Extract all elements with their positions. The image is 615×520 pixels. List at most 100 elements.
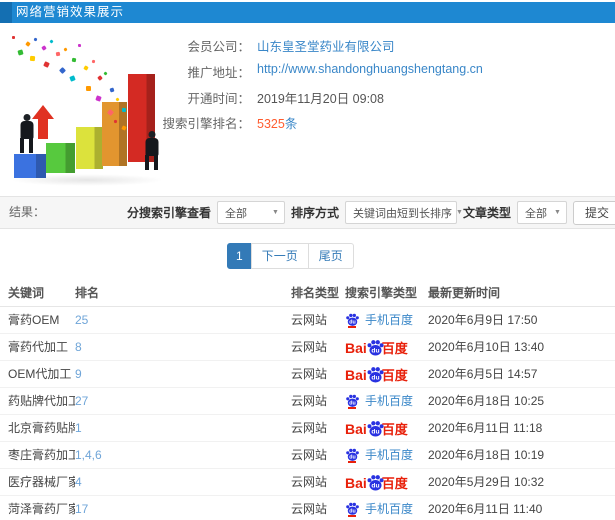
filter-bar: 结果： 分搜索引擎查看 全部 ▼ 排序方式 关键词由短到长排序 ▼ 文章类型 全… xyxy=(0,196,615,229)
mobile-baidu-logo: du 手机百度 xyxy=(345,500,428,517)
rank-type-text: 云网站 xyxy=(291,394,328,408)
updated-time-text: 2020年6月9日 17:50 xyxy=(428,313,538,327)
keyword-text: 菏泽膏药厂家 xyxy=(8,502,75,516)
updated-time-text: 2020年6月10日 13:40 xyxy=(428,340,545,354)
table-header-row: 关键词 排名 排名类型 搜索引擎类型 最新更新时间 xyxy=(0,280,615,307)
confetti-dot xyxy=(29,55,36,62)
article-type-label: 文章类型 xyxy=(462,206,511,220)
baidu-paw-icon: du xyxy=(346,448,359,461)
company-label: 会员公司： xyxy=(187,40,250,54)
col-rank: 排名 xyxy=(75,280,291,307)
svg-text:du: du xyxy=(349,401,355,407)
svg-text:du: du xyxy=(371,428,379,435)
marketing-effect-page: 网络营销效果展示 会员公司： 山东皇圣堂药业有限公司 推广地址： http://… xyxy=(0,0,615,520)
last-page-button[interactable]: 尾页 xyxy=(307,243,354,269)
keyword-text: 膏药OEM xyxy=(8,313,60,327)
submit-button[interactable]: 提交 xyxy=(572,200,615,225)
page-title: 网络营销效果展示 xyxy=(16,5,125,19)
confetti-dot xyxy=(121,107,127,113)
rank-value-link[interactable]: 8 xyxy=(75,340,82,354)
filter-controls: 分搜索引擎查看 全部 ▼ 排序方式 关键词由短到长排序 ▼ 文章类型 全部 ▼ … xyxy=(127,197,615,228)
svg-text:du: du xyxy=(349,455,355,461)
company-link[interactable]: 山东皇圣堂药业有限公司 xyxy=(257,40,395,54)
chevron-down-icon: ▼ xyxy=(272,209,279,216)
table-row: 药贴牌代加工 27 云网站 du 手机百度 2020年6月18日 10:25 xyxy=(0,387,615,415)
article-type-select[interactable]: 全部 ▼ xyxy=(516,201,567,224)
keyword-text: 北京膏药贴牌 xyxy=(8,421,75,435)
illustration-bar-1 xyxy=(14,154,46,178)
keyword-text: OEM代加工 xyxy=(8,367,72,381)
rank-value-link[interactable]: 27 xyxy=(75,394,88,408)
svg-text:du: du xyxy=(371,482,379,489)
engine-rank-label: 搜索引擎排名： xyxy=(162,117,250,131)
keyword-text: 膏药代加工 xyxy=(8,340,69,354)
rank-type-text: 云网站 xyxy=(291,340,328,354)
rank-type-text: 云网站 xyxy=(291,448,328,462)
keyword-text: 药贴牌代加工 xyxy=(8,394,75,408)
updated-time-text: 2020年6月5日 14:57 xyxy=(428,367,538,381)
table-row: 枣庄膏药加工 1,4,6 云网站 du 手机百度 2020年6月18日 10:19 xyxy=(0,441,615,469)
sort-label: 排序方式 xyxy=(290,206,339,220)
svg-text:du: du xyxy=(349,320,355,326)
open-time-label: 开通时间： xyxy=(187,92,250,106)
baidu-paw-icon: du xyxy=(346,394,359,407)
mobile-baidu-logo: du 手机百度 xyxy=(345,446,428,463)
baidu-logo: Bai du 百度 xyxy=(345,474,408,491)
table-row: 菏泽膏药厂家 17 云网站 du 手机百度 2020年6月11日 11:40 xyxy=(0,495,615,520)
engine-filter-value: 全部 xyxy=(224,207,247,220)
updated-time-text: 2020年5月29日 10:32 xyxy=(428,475,545,489)
rank-value-link[interactable]: 1 xyxy=(75,421,82,435)
table-row: 医疗器械厂家 4 云网站 Bai du 百度 2020年5月29日 10:32 xyxy=(0,468,615,496)
rank-value-link[interactable]: 25 xyxy=(75,313,88,327)
updated-time-text: 2020年6月11日 11:18 xyxy=(428,421,543,435)
baidu-logo: Bai du 百度 xyxy=(345,420,408,437)
rank-count-unit: 条 xyxy=(284,117,298,131)
next-page-button[interactable]: 下一页 xyxy=(250,243,309,269)
rank-value-link[interactable]: 9 xyxy=(75,367,82,381)
title-bar-accent xyxy=(0,2,12,23)
table-row: 膏药OEM 25 云网站 du 手机百度 2020年6月9日 17:50 xyxy=(0,306,615,334)
baidu-logo: Bai du 百度 xyxy=(345,339,408,356)
promo-url-label: 推广地址： xyxy=(187,66,250,80)
sort-value: 关键词由短到长排序 xyxy=(352,207,452,220)
chevron-down-icon: ▼ xyxy=(554,209,561,216)
rank-value-link[interactable]: 4 xyxy=(75,475,82,489)
article-type-value: 全部 xyxy=(524,207,547,220)
rank-type-text: 云网站 xyxy=(291,367,328,381)
rank-type-text: 云网站 xyxy=(291,475,328,489)
title-bar: 网络营销效果展示 xyxy=(0,2,615,23)
result-section-label: 结果： xyxy=(9,205,46,219)
chevron-down-icon: ▼ xyxy=(455,209,463,216)
info-row-open-time: 开通时间： 2019年11月20日 09:08 xyxy=(0,88,560,106)
rank-value-link[interactable]: 1,4,6 xyxy=(75,448,102,462)
mobile-baidu-logo: du 手机百度 xyxy=(345,392,428,409)
keyword-text: 枣庄膏药加工 xyxy=(8,448,75,462)
info-row-rank-count: 搜索引擎排名： 5325条 xyxy=(0,113,560,131)
pagination: 1 下一页 尾页 xyxy=(227,243,354,269)
svg-text:du: du xyxy=(371,374,379,381)
sort-select[interactable]: 关键词由短到长排序 ▼ xyxy=(344,201,463,224)
info-row-url: 推广地址： http://www.shandonghuangshengtang.… xyxy=(0,62,560,80)
rank-type-text: 云网站 xyxy=(291,313,328,327)
col-keyword: 关键词 xyxy=(0,280,75,307)
table-row: OEM代加工 9 云网站 Bai du 百度 2020年6月5日 14:57 xyxy=(0,360,615,388)
marketing-growth-illustration xyxy=(4,32,182,186)
promo-url-link[interactable]: http://www.shandonghuangshengtang.cn xyxy=(257,62,483,76)
baidu-logo: Bai du 百度 xyxy=(345,366,408,383)
updated-time-text: 2020年6月18日 10:25 xyxy=(428,394,545,408)
engine-filter-select[interactable]: 全部 ▼ xyxy=(216,201,285,224)
table-row: 膏药代加工 8 云网站 Bai du 百度 2020年6月10日 13:40 xyxy=(0,333,615,361)
baidu-paw-icon: du xyxy=(346,313,359,326)
baidu-paw-icon: du xyxy=(346,502,359,515)
rank-value-link[interactable]: 17 xyxy=(75,502,88,516)
keyword-text: 医疗器械厂家 xyxy=(8,475,75,489)
info-row-company: 会员公司： 山东皇圣堂药业有限公司 xyxy=(0,36,560,54)
updated-time-text: 2020年6月18日 10:19 xyxy=(428,448,545,462)
page-1-button[interactable]: 1 xyxy=(227,243,252,269)
updated-time-text: 2020年6月11日 11:40 xyxy=(428,502,543,516)
rank-type-text: 云网站 xyxy=(291,421,328,435)
table-row: 北京膏药贴牌 1 云网站 Bai du 百度 2020年6月11日 11:18 xyxy=(0,414,615,442)
svg-text:du: du xyxy=(349,509,355,515)
open-time-value: 2019年11月20日 09:08 xyxy=(257,92,384,106)
col-engine-type: 搜索引擎类型 xyxy=(345,280,428,307)
